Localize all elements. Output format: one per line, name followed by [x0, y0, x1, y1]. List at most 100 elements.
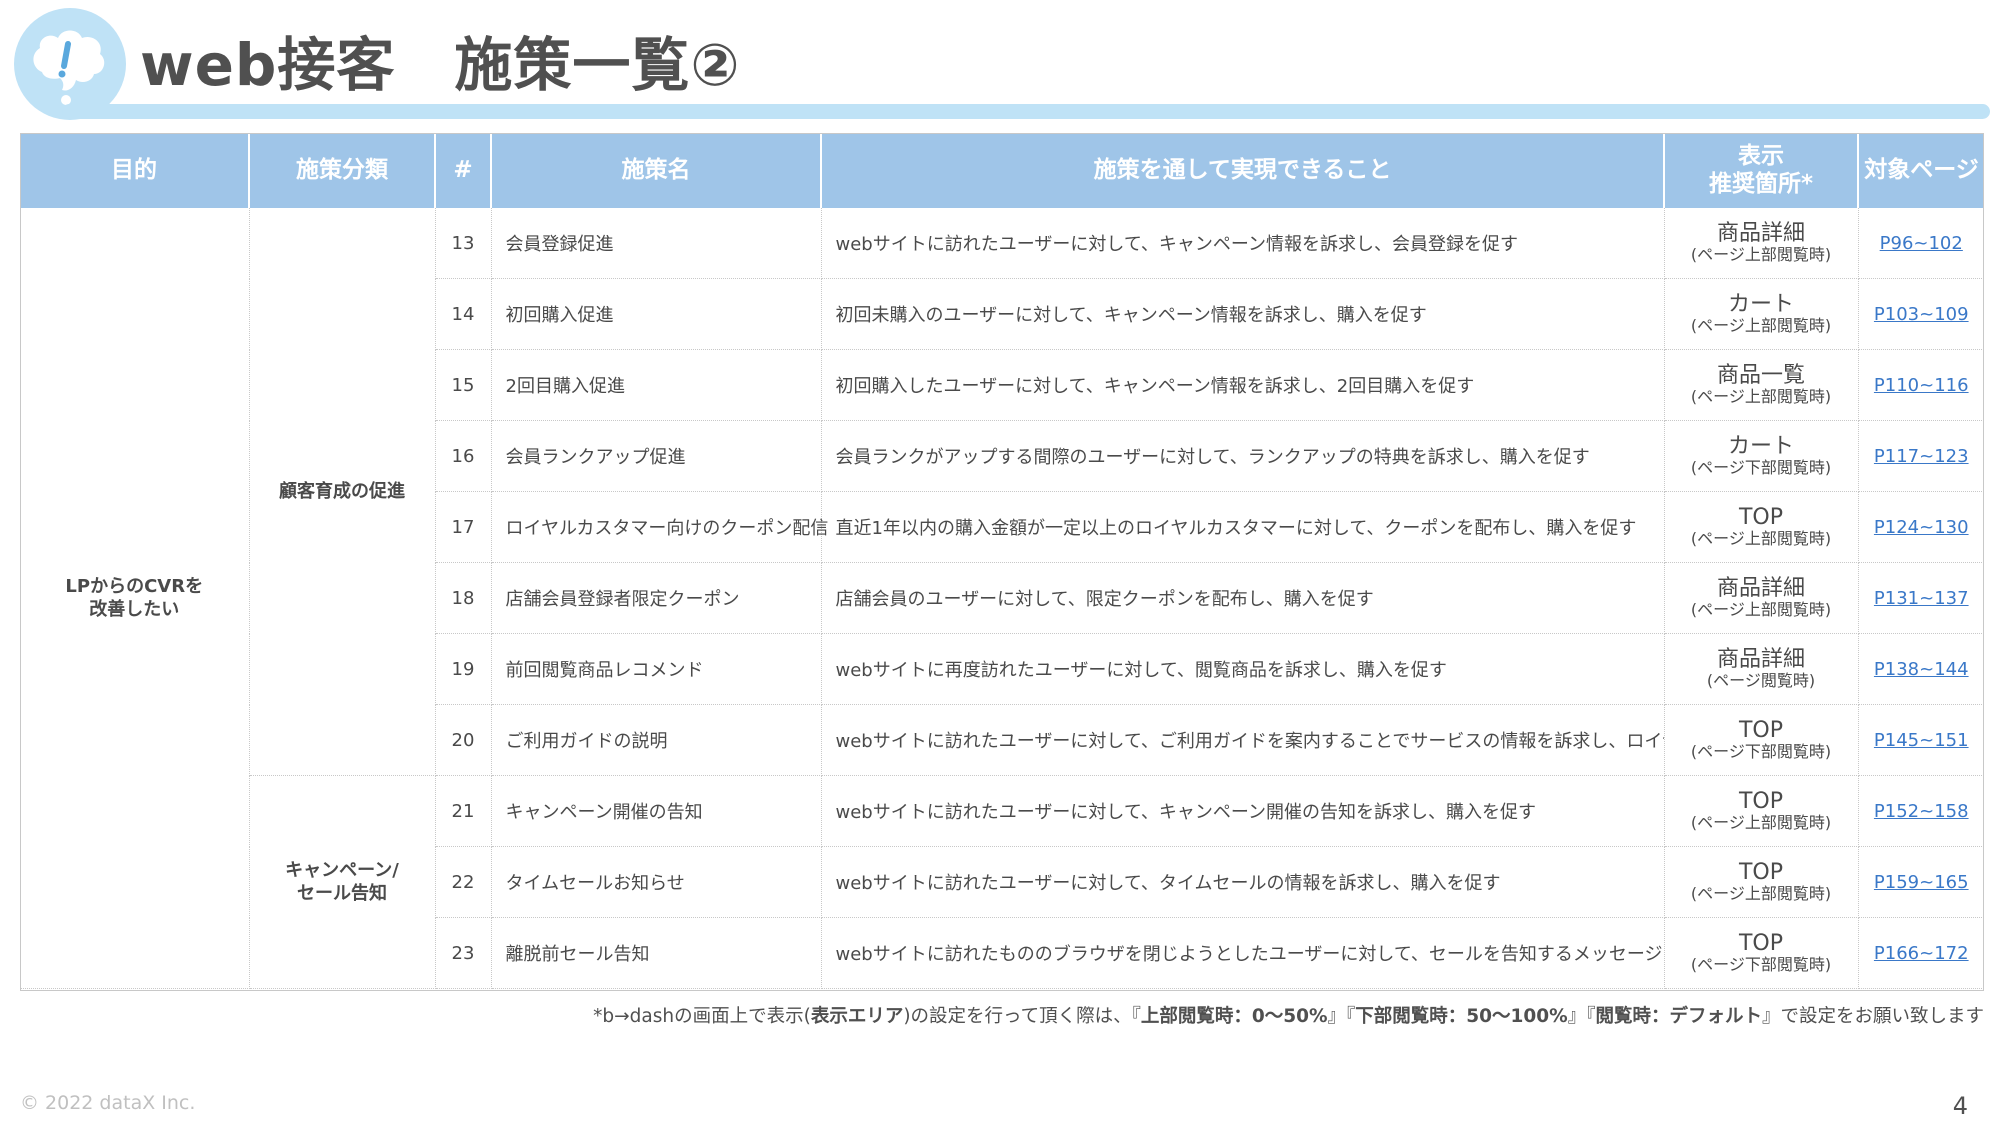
measure-description: 店舗会員のユーザーに対して、限定クーポンを配布し、購入を促す [821, 562, 1665, 634]
measure-description: 初回未購入のユーザーに対して、キャンペーン情報を訴求し、購入を促す [821, 278, 1665, 350]
measure-description: webサイトに訪れたユーザーに対して、キャンペーン情報を訴求し、会員登録を促す [821, 208, 1665, 279]
table-body: LPからのCVRを 改善したい 顧客育成の促進 13 会員登録促進 webサイトに訪れた… [20, 208, 1984, 989]
footnote-default: 閲覧時：デフォルト [1595, 1006, 1762, 1027]
target-pages-link[interactable]: P110~116 [1874, 375, 1969, 396]
display-location-detail: (ページ下部閲覧時) [1690, 458, 1832, 478]
display-location: 商品詳細 (ページ上部閲覧時) [1664, 562, 1859, 634]
display-location-main: TOP [1738, 860, 1784, 886]
category-cell: 顧客育成の促進 [249, 208, 436, 776]
column-header-target-pages: 対象ページ [1858, 133, 1984, 208]
display-location: カート (ページ下部閲覧時) [1664, 420, 1859, 492]
footnote: *b→dashの画面上で表示(表示エリア)の設定を行って頂く際は、『上部閲覧時：… [593, 1002, 1984, 1028]
target-pages-link[interactable]: P117~123 [1874, 446, 1969, 467]
target-pages-cell: P138~144 [1858, 633, 1984, 705]
measure-number: 22 [435, 846, 492, 918]
display-location-main: TOP [1738, 718, 1784, 744]
footnote-prefix: *b→dashの画面上で表示( [593, 1006, 811, 1027]
column-header-display-location: 表示 推奨箇所* [1664, 133, 1859, 208]
measure-name: 会員ランクアップ促進 [491, 420, 822, 492]
display-location-detail: (ページ上部閲覧時) [1690, 884, 1832, 904]
footnote-suffix: 』で設定をお願い致します [1761, 1006, 1984, 1027]
display-location: TOP (ページ上部閲覧時) [1664, 775, 1859, 847]
target-pages-link[interactable]: P159~165 [1874, 872, 1969, 893]
column-header-purpose: 目的 [20, 133, 250, 208]
target-pages-link[interactable]: P124~130 [1874, 517, 1969, 538]
measure-description: webサイトに再度訪れたユーザーに対して、閲覧商品を訴求し、購入を促す [821, 633, 1665, 705]
display-location: 商品一覧 (ページ上部閲覧時) [1664, 349, 1859, 421]
measure-name: 離脱前セール告知 [491, 917, 822, 989]
display-location: TOP (ページ上部閲覧時) [1664, 846, 1859, 918]
target-pages-link[interactable]: P103~109 [1874, 304, 1969, 325]
measure-number: 23 [435, 917, 492, 989]
display-location: TOP (ページ下部閲覧時) [1664, 704, 1859, 776]
footnote-mid: )の設定を行って頂く際は、『 [903, 1006, 1141, 1027]
measure-name: タイムセールお知らせ [491, 846, 822, 918]
measure-description: webサイトに訪れたユーザーに対して、キャンペーン開催の告知を訴求し、購入を促す [821, 775, 1665, 847]
display-location-detail: (ページ上部閲覧時) [1690, 813, 1832, 833]
display-location-main: 商品一覧 [1716, 363, 1805, 389]
measure-description: 初回購入したユーザーに対して、キャンペーン情報を訴求し、2回目購入を促す [821, 349, 1665, 421]
target-pages-link[interactable]: P152~158 [1874, 801, 1969, 822]
footnote-sep2: 』『 [1567, 1006, 1596, 1027]
display-location-detail: (ページ上部閲覧時) [1690, 387, 1832, 407]
measure-name: 初回購入促進 [491, 278, 822, 350]
page-title: web接客 施策一覧② [140, 31, 741, 99]
display-location-detail: (ページ閲覧時) [1706, 671, 1816, 691]
measure-number: 19 [435, 633, 492, 705]
display-location: TOP (ページ上部閲覧時) [1664, 491, 1859, 563]
measure-description: webサイトに訪れたユーザーに対して、タイムセールの情報を訴求し、購入を促す [821, 846, 1665, 918]
display-location-detail: (ページ上部閲覧時) [1690, 600, 1832, 620]
target-pages-cell: P124~130 [1858, 491, 1984, 563]
target-pages-cell: P110~116 [1858, 349, 1984, 421]
measure-name: 2回目購入促進 [491, 349, 822, 421]
column-header-number: # [435, 133, 492, 208]
target-pages-cell: P159~165 [1858, 846, 1984, 918]
display-location-main: TOP [1738, 789, 1784, 815]
title-underline [62, 104, 1990, 119]
measure-name: 店舗会員登録者限定クーポン [491, 562, 822, 634]
display-location: 商品詳細 (ページ上部閲覧時) [1664, 208, 1859, 279]
measure-number: 15 [435, 349, 492, 421]
display-location-main: カート [1727, 292, 1794, 318]
display-location-main: TOP [1738, 931, 1784, 957]
measure-number: 18 [435, 562, 492, 634]
measure-name: ご利用ガイドの説明 [491, 704, 822, 776]
display-location: 商品詳細 (ページ閲覧時) [1664, 633, 1859, 705]
category-cell: キャンペーン/ セール告知 [249, 775, 436, 989]
target-pages-link[interactable]: P96~102 [1880, 233, 1963, 254]
table-row: キャンペーン/ セール告知 21 キャンペーン開催の告知 webサイトに訪れたユーザー… [20, 775, 1984, 989]
measure-number: 13 [435, 208, 492, 279]
target-pages-link[interactable]: P138~144 [1874, 659, 1969, 680]
measure-number: 20 [435, 704, 492, 776]
target-pages-cell: P145~151 [1858, 704, 1984, 776]
measure-description: webサイトに訪れたユーザーに対して、ご利用ガイドを案内することでサービスの情報… [821, 704, 1665, 776]
display-location-detail: (ページ下部閲覧時) [1690, 955, 1832, 975]
target-pages-link[interactable]: P145~151 [1874, 730, 1969, 751]
column-header-description: 施策を通して実現できること [821, 133, 1665, 208]
measure-name: キャンペーン開催の告知 [491, 775, 822, 847]
display-location: カート (ページ上部閲覧時) [1664, 278, 1859, 350]
display-location-detail: (ページ上部閲覧時) [1690, 316, 1832, 336]
measure-description: 会員ランクがアップする間際のユーザーに対して、ランクアップの特典を訴求し、購入を… [821, 420, 1665, 492]
measure-number: 16 [435, 420, 492, 492]
display-location-main: 商品詳細 [1716, 576, 1805, 602]
measures-table: 目的 施策分類 # 施策名 施策を通して実現できること 表示 推奨箇所* 対象ペ… [20, 133, 1984, 989]
measure-description: webサイトに訪れたもののブラウザを閉じようとしたユーザーに対して、セールを告知… [821, 917, 1665, 989]
target-pages-link[interactable]: P166~172 [1874, 943, 1969, 964]
target-pages-link[interactable]: P131~137 [1874, 588, 1969, 609]
target-pages-cell: P103~109 [1858, 278, 1984, 350]
display-location-main: 商品詳細 [1716, 647, 1805, 673]
measure-number: 21 [435, 775, 492, 847]
measure-name: ロイヤルカスタマー向けのクーポン配信 [491, 491, 828, 563]
table-row: LPからのCVRを 改善したい 顧客育成の促進 13 会員登録促進 webサイトに訪れた… [20, 208, 1984, 989]
measure-number: 14 [435, 278, 492, 350]
display-location-detail: (ページ上部閲覧時) [1690, 245, 1832, 265]
footnote-sep1: 』『 [1327, 1006, 1356, 1027]
target-pages-cell: P152~158 [1858, 775, 1984, 847]
page-number: 4 [1952, 1092, 1968, 1120]
footnote-area: 表示エリア [810, 1006, 904, 1027]
column-header-category: 施策分類 [249, 133, 436, 208]
display-location-detail: (ページ下部閲覧時) [1690, 742, 1832, 762]
target-pages-cell: P117~123 [1858, 420, 1984, 492]
footnote-lower: 下部閲覧時：50〜100% [1355, 1006, 1568, 1027]
